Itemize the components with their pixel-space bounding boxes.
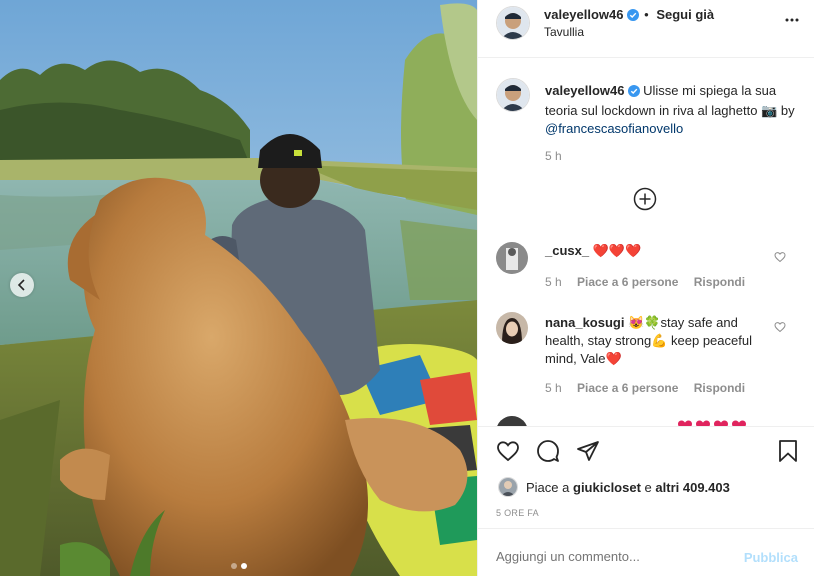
carousel-dot-active	[240, 563, 247, 569]
likes-others[interactable]: altri 409.403	[655, 480, 729, 495]
post-location[interactable]: Tavullia	[544, 25, 584, 39]
camera-emoji: 📷	[761, 103, 778, 118]
comments-list[interactable]: valeyellow46 Ulisse mi spiega la sua teo…	[478, 58, 814, 426]
comment-meta: 5 h Piace a 6 persone Rispondi	[545, 381, 757, 395]
caption-mention-link[interactable]: @francescasofianovello	[545, 121, 683, 136]
likes-prefix: Piace a	[526, 479, 570, 495]
comment-like-button[interactable]	[774, 320, 786, 338]
post-actions: Piace a giukicloset e altri 409.403 5 OR…	[478, 426, 814, 527]
author-avatar[interactable]	[496, 6, 530, 40]
comment-time[interactable]: 5 h	[545, 275, 562, 289]
liker-avatar[interactable]	[498, 477, 518, 497]
comment-meta: 5 h Piace a 6 persone Rispondi	[545, 275, 757, 289]
plus-circle-icon	[633, 187, 657, 211]
reply-button[interactable]: Rispondi	[694, 275, 745, 289]
more-options-button[interactable]	[784, 12, 800, 33]
avatar-image	[496, 416, 528, 426]
add-comment-bar: Pubblica	[478, 528, 814, 577]
carousel-dot	[230, 563, 237, 569]
comment-username[interactable]: nana_kosugi	[545, 315, 624, 330]
bookmark-icon	[779, 440, 797, 462]
heart-icon	[497, 441, 519, 462]
heart-outline-icon	[774, 322, 786, 333]
heart-outline-icon	[774, 252, 786, 263]
comment-time[interactable]: 5 h	[545, 381, 562, 395]
comment-body: nana_kosugi 😻🍀stay safe and health, stay…	[545, 314, 757, 368]
post-timestamp[interactable]: 5 ORE FA	[496, 508, 539, 518]
caption-username[interactable]: valeyellow46	[545, 83, 625, 98]
photo-dog-and-man-by-pond	[0, 0, 477, 576]
reply-button[interactable]: Rispondi	[694, 381, 745, 395]
comment-username[interactable]: _cusx_	[545, 243, 589, 258]
comment-button[interactable]	[536, 439, 560, 468]
comment-likes[interactable]: Piace a 6 persone	[577, 381, 678, 395]
comment-input[interactable]	[496, 549, 726, 564]
partial-comment-hearts-icon	[678, 419, 758, 426]
avatar-image	[496, 242, 528, 274]
likes-summary: Piace a giukicloset e altri 409.403	[498, 477, 730, 497]
paper-plane-icon	[577, 441, 599, 461]
chevron-left-icon	[17, 279, 25, 291]
caption-author-avatar[interactable]	[496, 78, 530, 112]
comment-text: ❤️❤️❤️	[592, 243, 642, 258]
comment-bubble-icon	[537, 440, 559, 462]
following-button[interactable]: Segui già	[656, 7, 714, 22]
caption-time[interactable]: 5 h	[545, 149, 562, 163]
follow-separator: •	[644, 7, 649, 22]
comment-like-button[interactable]	[774, 250, 786, 268]
comment-likes[interactable]: Piace a 6 persone	[577, 275, 678, 289]
commenter-avatar[interactable]	[496, 416, 528, 426]
post-header: valeyellow46 • Segui già Tavullia	[478, 0, 814, 58]
header-user-line: valeyellow46 • Segui già	[544, 7, 714, 24]
likes-joiner: e	[644, 479, 652, 495]
like-button[interactable]	[496, 439, 520, 468]
carousel-prev-button[interactable]	[10, 273, 34, 297]
post-side-panel: valeyellow46 • Segui già Tavullia valeye…	[477, 0, 814, 576]
avatar-image	[499, 478, 517, 496]
caption-by: by	[780, 103, 795, 118]
comment-body: _cusx_ ❤️❤️❤️	[545, 242, 757, 260]
post-caption: valeyellow46 Ulisse mi spiega la sua teo…	[545, 82, 795, 138]
likes-user[interactable]: giukicloset	[573, 480, 641, 495]
commenter-avatar[interactable]	[496, 312, 528, 344]
avatar-image	[497, 7, 529, 39]
more-options-icon	[785, 18, 799, 22]
save-button[interactable]	[776, 439, 800, 468]
load-more-comments-button[interactable]	[633, 187, 657, 211]
verified-badge-icon	[626, 9, 639, 24]
instagram-post-modal: valeyellow46 • Segui già Tavullia valeye…	[0, 0, 814, 576]
avatar-image	[497, 79, 529, 111]
carousel-indicator	[0, 563, 477, 569]
publish-comment-button[interactable]: Pubblica	[744, 550, 798, 565]
post-photo[interactable]	[0, 0, 477, 576]
share-button[interactable]	[576, 439, 600, 468]
avatar-image	[496, 312, 528, 344]
verified-badge-icon	[627, 84, 640, 102]
author-username[interactable]: valeyellow46	[544, 7, 624, 22]
commenter-avatar[interactable]	[496, 242, 528, 274]
